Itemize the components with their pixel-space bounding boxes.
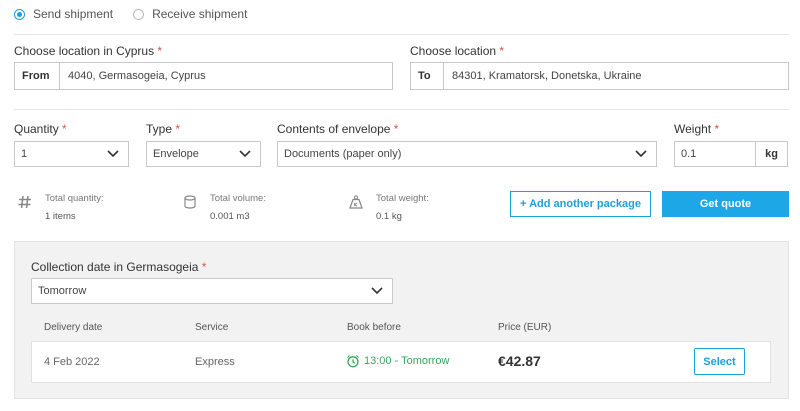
hash-icon xyxy=(18,195,31,209)
required-mark: * xyxy=(201,260,207,274)
required-mark: * xyxy=(393,122,399,136)
quantity-label: Quantity * xyxy=(14,122,67,136)
type-select[interactable]: Envelope xyxy=(146,141,261,167)
shipment-mode-group: Send shipment Receive shipment xyxy=(14,6,263,22)
collection-date-label: Collection date in Germasogeia * xyxy=(31,260,206,274)
get-quote-button[interactable]: Get quote xyxy=(662,191,789,217)
to-location-label: Choose location * xyxy=(410,44,504,58)
total-quantity-label: Total quantity: xyxy=(45,193,104,204)
column-delivery-date: Delivery date xyxy=(44,322,103,333)
column-book-before: Book before xyxy=(347,322,401,333)
contents-value: Documents (paper only) xyxy=(284,148,402,160)
service-cell: Express xyxy=(195,356,235,368)
send-shipment-radio[interactable] xyxy=(14,8,25,20)
book-before-cell: 13:00 - Tomorrow xyxy=(346,354,449,368)
required-mark: * xyxy=(714,122,720,136)
from-location-label-text: Choose location in Cyprus xyxy=(14,44,155,58)
chevron-down-icon xyxy=(371,287,383,295)
column-price: Price (EUR) xyxy=(498,322,552,333)
quantity-value: 1 xyxy=(21,148,28,160)
receive-shipment-radio[interactable] xyxy=(133,8,145,20)
send-shipment-label[interactable]: Send shipment xyxy=(33,7,113,21)
weight-label: Weight * xyxy=(674,122,719,136)
book-before-text: 13:00 - Tomorrow xyxy=(364,355,450,367)
weight-unit: kg xyxy=(755,142,787,166)
receive-shipment-label[interactable]: Receive shipment xyxy=(152,7,247,21)
weight-input[interactable]: 0.1 xyxy=(675,142,755,166)
collection-date-select[interactable]: Tomorrow xyxy=(31,278,393,304)
from-location-input[interactable]: 4040, Germasogeia, Cyprus xyxy=(60,63,206,89)
to-location-input[interactable]: 84301, Kramatorsk, Donetska, Ukraine xyxy=(444,63,642,89)
alarm-clock-icon xyxy=(347,355,359,368)
to-prefix: To xyxy=(411,63,444,89)
column-service: Service xyxy=(195,322,229,333)
type-label-text: Type xyxy=(146,122,173,136)
quantity-select[interactable]: 1 xyxy=(14,141,129,167)
to-location-label-text: Choose location xyxy=(410,44,497,58)
weight-icon xyxy=(349,195,363,209)
total-weight-value: 0.1 kg xyxy=(376,211,402,222)
delivery-date-cell: 4 Feb 2022 xyxy=(44,356,100,368)
required-mark: * xyxy=(175,122,181,136)
weight-field[interactable]: 0.1 kg xyxy=(674,141,788,167)
price-cell: €42.87 xyxy=(498,353,541,369)
weight-label-text: Weight xyxy=(674,122,712,136)
total-weight-label: Total weight: xyxy=(376,193,429,204)
to-location-field[interactable]: To 84301, Kramatorsk, Donetska, Ukraine xyxy=(410,62,789,90)
type-label: Type * xyxy=(146,122,180,136)
chevron-down-icon xyxy=(107,150,119,158)
add-package-button[interactable]: + Add another package xyxy=(510,191,651,217)
chevron-down-icon xyxy=(239,150,251,158)
total-volume-label: Total volume: xyxy=(210,193,266,204)
quantity-label-text: Quantity xyxy=(14,122,59,136)
divider xyxy=(14,109,789,110)
collection-date-value: Tomorrow xyxy=(38,285,87,297)
collection-date-label-text: Collection date in Germasogeia xyxy=(31,260,199,274)
required-mark: * xyxy=(157,44,163,58)
required-mark: * xyxy=(62,122,67,136)
contents-select[interactable]: Documents (paper only) xyxy=(277,141,657,167)
from-location-label: Choose location in Cyprus * xyxy=(14,44,162,58)
type-value: Envelope xyxy=(153,148,199,160)
select-button[interactable]: Select xyxy=(694,348,745,375)
total-volume-value: 0.001 m3 xyxy=(210,211,250,222)
divider xyxy=(14,34,789,35)
contents-label: Contents of envelope * xyxy=(277,122,398,136)
cylinder-icon xyxy=(184,195,196,209)
from-location-field[interactable]: From 4040, Germasogeia, Cyprus xyxy=(14,62,393,90)
total-quantity-value: 1 items xyxy=(45,211,76,222)
from-prefix: From xyxy=(15,63,60,89)
contents-label-text: Contents of envelope xyxy=(277,122,391,136)
chevron-down-icon xyxy=(635,150,647,158)
required-mark: * xyxy=(499,44,505,58)
